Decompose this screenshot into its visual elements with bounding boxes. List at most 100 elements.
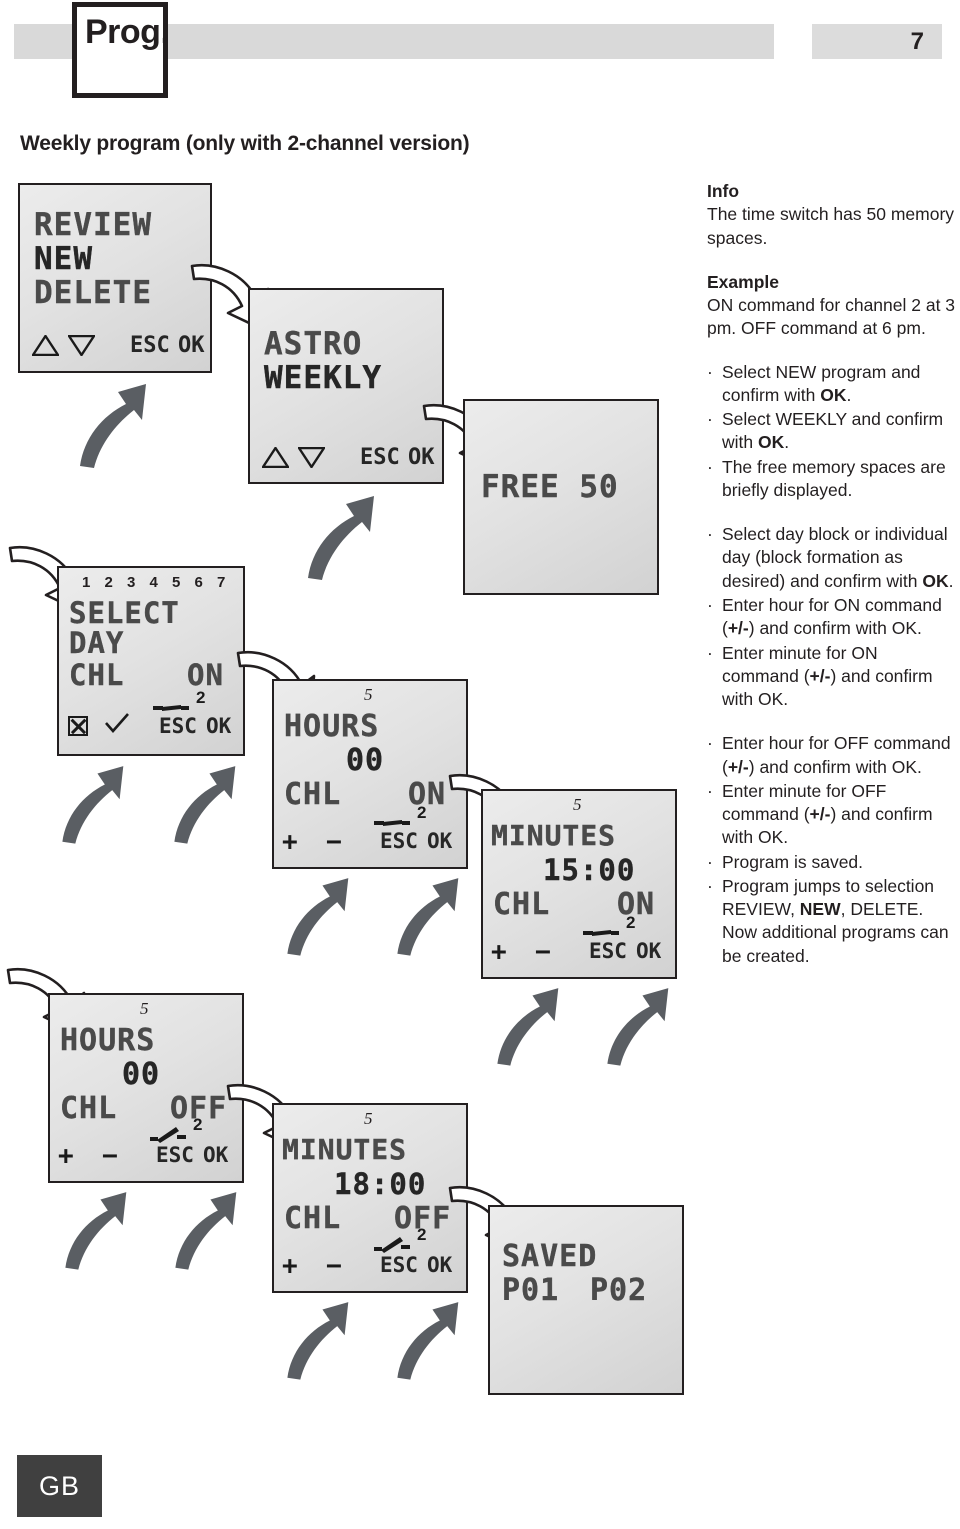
arrow-up-to-minutes-on-b (600, 982, 672, 1068)
list-item: · Select day block or individual day (bl… (707, 523, 959, 593)
info-body: The time switch has 50 memory spaces. (707, 204, 955, 248)
bullet-icon: · (707, 594, 713, 615)
bullet-icon: · (707, 875, 713, 896)
arrow-up-to-mode (300, 490, 378, 582)
lcd-mode-esc-label[interactable]: ESC (360, 445, 400, 470)
bullet-icon: · (707, 733, 713, 754)
lcd-hourson-value: 00 (346, 743, 385, 778)
arrow-up-to-select-day-a (55, 760, 127, 846)
lcd-mode-line1: ASTRO (264, 326, 363, 362)
lcd-hourson-label: HOURS (284, 709, 380, 744)
plus-button[interactable]: + (282, 827, 298, 857)
lcd-mode-button-row (262, 447, 325, 468)
lcd-menu-button-row (32, 335, 95, 356)
arrow-up-to-minutes-off-b (390, 1296, 462, 1382)
lcd-panel-menu: REVIEW NEW DELETE ESC OK (18, 183, 212, 373)
lcd-hourson-chl: CHL (284, 777, 342, 812)
lcd-selectday-chl: CHL (69, 658, 125, 692)
step-text: Program jumps to selection REVIEW, NEW, … (722, 875, 949, 966)
arrow-up-to-hours-on-a (280, 872, 352, 958)
section-title: Weekly program (only with 2-channel vers… (20, 132, 470, 155)
minus-button[interactable]: − (535, 937, 551, 967)
info-text-column: Info The time switch has 50 memory space… (707, 180, 959, 969)
list-item: · Select NEW program and confirm with OK… (707, 361, 959, 408)
arrow-down-icon[interactable] (298, 447, 325, 468)
plus-button[interactable]: + (58, 1141, 74, 1171)
lcd-minuteson-memory: 5 (573, 795, 582, 814)
lcd-hoursoff-esc-label[interactable]: ESC (156, 1143, 194, 1167)
lcd-selectday-esc-label[interactable]: ESC (159, 714, 197, 738)
lcd-minutesoff-esc-label[interactable]: ESC (380, 1253, 418, 1277)
lcd-hourson-channel: 2 (417, 803, 427, 822)
list-item: · Program jumps to selection REVIEW, NEW… (707, 875, 959, 968)
step-text: Enter minute for ON command (+/-) and co… (722, 642, 933, 710)
steps-group-2: · Select day block or individual day (bl… (707, 523, 959, 711)
list-item: · Enter minute for OFF command (+/-) and… (707, 780, 959, 850)
lcd-hourson-state: ON (408, 777, 447, 812)
arrow-up-to-hours-on-b (390, 872, 462, 958)
cancel-x-icon[interactable] (68, 716, 88, 741)
lcd-minutesoff-memory: 5 (364, 1109, 373, 1128)
lcd-minutesoff-chl: CHL (284, 1201, 342, 1236)
lcd-menu-line2: NEW (34, 241, 93, 277)
bullet-icon: · (707, 780, 713, 801)
arrow-up-icon[interactable] (32, 335, 59, 356)
bullet-icon: · (707, 409, 713, 430)
lcd-panel-saved: SAVED P01 P02 (488, 1205, 684, 1395)
lcd-selectday-line1: SELECT (69, 596, 180, 630)
lcd-hourson-memory: 5 (364, 685, 373, 704)
lcd-minuteson-label: MINUTES (491, 819, 617, 852)
minus-button[interactable]: − (102, 1141, 118, 1171)
arrow-up-to-minutes-off-a (280, 1296, 352, 1382)
lcd-minutesoff-channel: 2 (417, 1225, 427, 1244)
lcd-minutesoff-label: MINUTES (282, 1133, 408, 1166)
list-item: · The free memory spaces are briefly dis… (707, 456, 959, 503)
manual-page: Prog. 7 Weekly program (only with 2-chan… (0, 0, 960, 1529)
lcd-saved-p02: P02 (590, 1273, 648, 1308)
lcd-minuteson-value: 15:00 (543, 853, 636, 887)
lcd-minuteson-ok-label[interactable]: OK (636, 939, 661, 963)
lcd-hoursoff-label: HOURS (60, 1023, 156, 1058)
info-heading: Info (707, 181, 740, 201)
lcd-selectday-state: ON (187, 658, 224, 692)
confirm-check-icon[interactable] (104, 712, 130, 739)
lcd-panel-hours-off: 5 HOURS 00 CHL OFF 2 + − ESC OK (48, 993, 244, 1183)
lcd-menu-esc-label[interactable]: ESC (130, 333, 170, 358)
plus-button[interactable]: + (282, 1251, 298, 1281)
list-item: · Enter minute for ON command (+/-) and … (707, 642, 959, 712)
step-text: Enter hour for ON command (+/-) and conf… (722, 594, 942, 639)
lcd-minuteson-esc-label[interactable]: ESC (589, 939, 627, 963)
lcd-panel-free: FREE 50 (463, 399, 659, 595)
prog-chapter-label: Prog. (85, 13, 170, 51)
steps-group-3: · Enter hour for OFF command (+/-) and c… (707, 732, 959, 968)
lcd-minuteson-chl: CHL (493, 887, 551, 922)
step-text: Select WEEKLY and confirm with OK. (722, 409, 944, 453)
lcd-free-line1: FREE 50 (481, 469, 619, 505)
bullet-icon: · (707, 851, 713, 872)
list-item: · Program is saved. (707, 851, 959, 874)
lcd-saved-p01: P01 (502, 1273, 560, 1308)
minus-button[interactable]: − (326, 827, 342, 857)
plus-button[interactable]: + (491, 937, 507, 967)
arrow-up-to-hours-off-b (168, 1186, 240, 1272)
language-badge: GB (17, 1455, 102, 1517)
bullet-icon: · (707, 524, 713, 545)
minus-button[interactable]: − (326, 1251, 342, 1281)
lcd-hourson-esc-label[interactable]: ESC (380, 829, 418, 853)
step-text: The free memory spaces are briefly displ… (722, 456, 946, 500)
bullet-icon: · (707, 361, 713, 382)
lcd-menu-line1: REVIEW (34, 207, 152, 243)
step-text: Enter hour for OFF command (+/-) and con… (722, 733, 951, 777)
prog-chapter-box: Prog. (72, 2, 170, 98)
lcd-selectday-line2: DAY (69, 626, 125, 660)
lcd-panel-select-day: 1 2 3 4 5 6 7 SELECT DAY CHL ON 2 ESC OK (57, 566, 245, 756)
lcd-day-numbers: 1 2 3 4 5 6 7 (82, 574, 231, 591)
lcd-panel-hours-on: 5 HOURS 00 CHL ON 2 + − ESC OK (272, 679, 468, 869)
steps-group-1: · Select NEW program and confirm with OK… (707, 361, 959, 503)
arrow-down-icon[interactable] (68, 335, 95, 356)
lcd-minuteson-channel: 2 (626, 913, 636, 932)
lcd-selectday-ok-label[interactable]: OK (206, 714, 231, 738)
list-item: · Enter hour for OFF command (+/-) and c… (707, 732, 959, 779)
arrow-up-icon[interactable] (262, 447, 289, 468)
step-text: Select NEW program and confirm with OK. (722, 361, 921, 405)
